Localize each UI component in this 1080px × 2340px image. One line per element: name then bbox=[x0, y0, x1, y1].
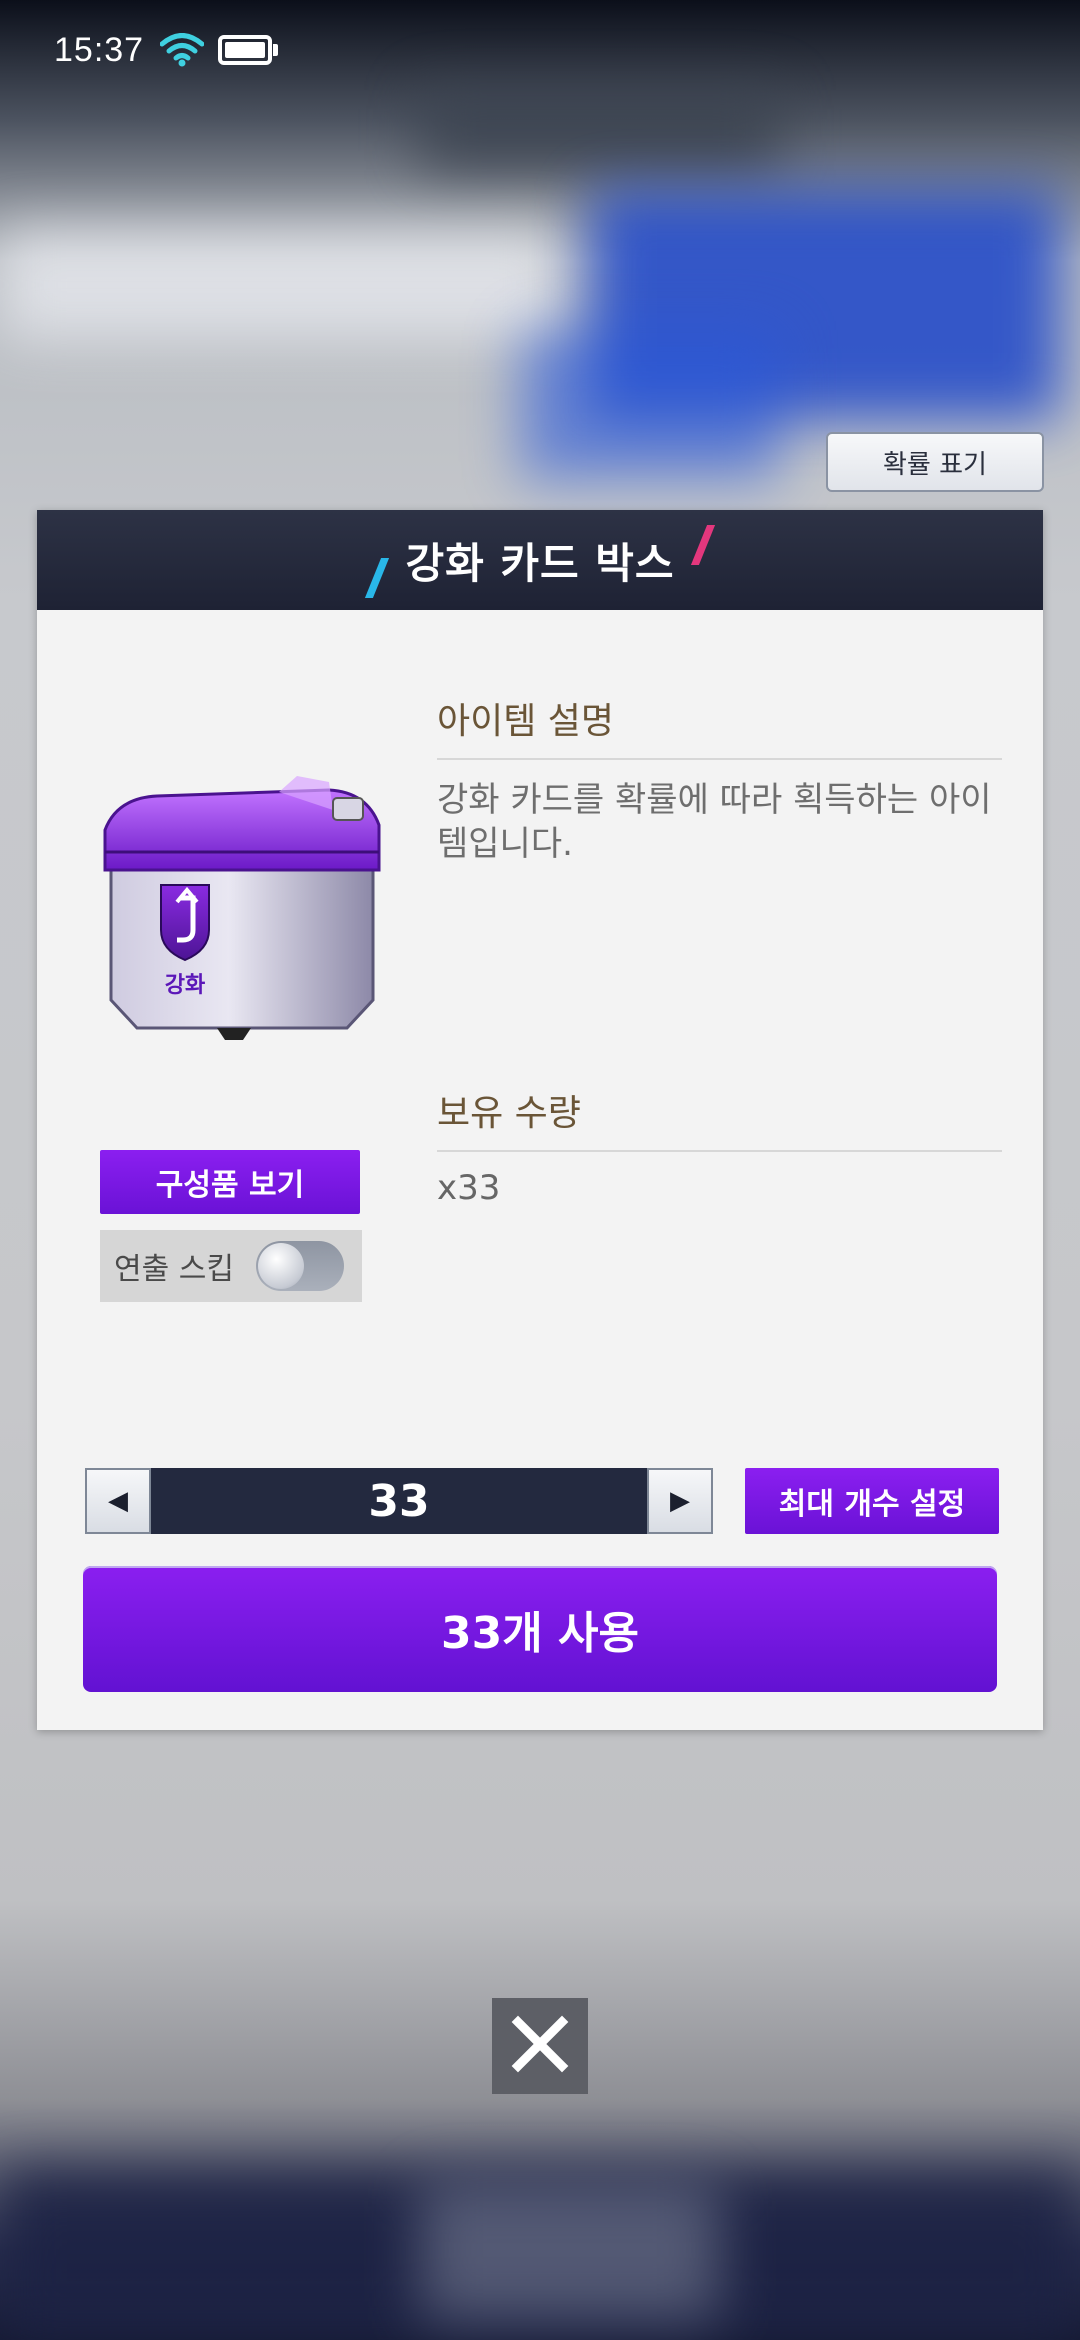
decor-slash bbox=[690, 525, 715, 565]
status-time: 15:37 bbox=[54, 30, 145, 69]
quantity-value[interactable]: 33 bbox=[151, 1468, 647, 1534]
probability-button[interactable]: 확률 표기 bbox=[826, 432, 1044, 492]
description-text: 강화 카드를 확률에 따라 획득하는 아이템입니다. bbox=[437, 780, 992, 864]
triangle-right-icon: ▶ bbox=[670, 1486, 690, 1516]
toggle-knob bbox=[257, 1243, 304, 1289]
use-button[interactable]: 33개 사용 bbox=[83, 1566, 997, 1692]
increase-button[interactable]: ▶ bbox=[647, 1468, 713, 1534]
dialog-header: 강화 카드 박스 bbox=[37, 510, 1043, 610]
background-blur bbox=[420, 2180, 720, 2320]
wifi-icon bbox=[159, 33, 205, 67]
card-box-image: 강화 bbox=[97, 770, 387, 1040]
close-icon bbox=[508, 2012, 572, 2080]
battery-icon bbox=[218, 35, 279, 65]
card-box-badge-label: 강화 bbox=[165, 973, 205, 998]
owned-quantity: x33 bbox=[437, 1168, 501, 1208]
close-button[interactable] bbox=[492, 1998, 588, 2094]
set-max-button[interactable]: 최대 개수 설정 bbox=[745, 1468, 999, 1534]
skip-animation-row: 연출 스킵 bbox=[100, 1230, 362, 1302]
view-components-button[interactable]: 구성품 보기 bbox=[100, 1150, 360, 1214]
background-blur bbox=[520, 330, 780, 480]
owned-title: 보유 수량 bbox=[437, 1093, 581, 1134]
background-blur bbox=[0, 230, 560, 340]
skip-animation-toggle[interactable] bbox=[255, 1241, 344, 1291]
background-blur bbox=[420, 90, 780, 170]
triangle-left-icon: ◀ bbox=[108, 1486, 128, 1516]
status-bar: 15:37 bbox=[0, 0, 1080, 100]
description-title: 아이템 설명 bbox=[437, 701, 615, 742]
divider bbox=[437, 758, 1002, 760]
decor-slash bbox=[365, 558, 390, 598]
dialog-title: 강화 카드 박스 bbox=[405, 538, 675, 588]
quantity-stepper: ◀ 33 ▶ bbox=[85, 1468, 713, 1534]
item-dialog: 강화 카드 박스 강화 아이템 설명 강화 카드를 확률에 따라 획득하는 아이… bbox=[37, 510, 1043, 1730]
decrease-button[interactable]: ◀ bbox=[85, 1468, 151, 1534]
skip-animation-label: 연출 스킵 bbox=[114, 1252, 234, 1287]
divider bbox=[437, 1150, 1002, 1152]
